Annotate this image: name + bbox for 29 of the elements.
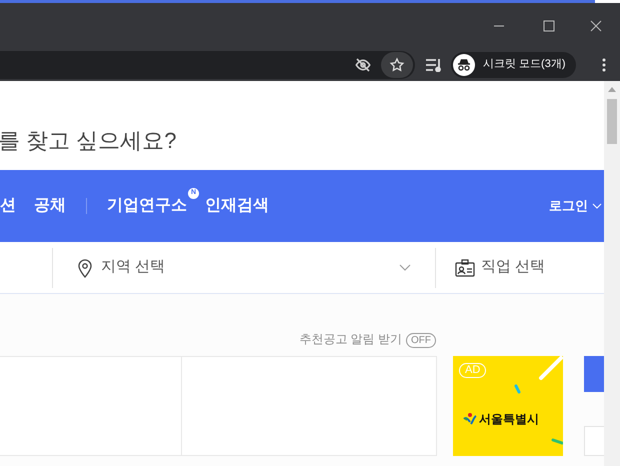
incognito-profile-button[interactable]: 시크릿 모드(3개) (451, 52, 576, 78)
maximize-icon[interactable] (543, 20, 555, 32)
scrollbar-thumb[interactable] (607, 99, 617, 144)
side-banner (584, 356, 604, 392)
close-icon[interactable] (590, 20, 602, 32)
menu-icon[interactable] (602, 58, 606, 72)
id-card-icon (455, 258, 475, 276)
nav-link[interactable]: 공채 (34, 194, 66, 218)
page-heading: 를 찾고 싶으세요? (0, 127, 176, 155)
star-button[interactable] (381, 52, 413, 78)
chevron-down-icon (592, 203, 602, 209)
job-select[interactable]: 직업 선택 (436, 256, 546, 279)
location-pin-icon (77, 258, 93, 278)
nav-link[interactable]: 인재검색 (205, 194, 269, 218)
alert-toggle[interactable]: OFF (406, 333, 436, 348)
login-link[interactable]: 로그인 (549, 196, 602, 216)
seoul-logo-icon (463, 412, 477, 426)
ad-brand: 서울특별시 (479, 411, 539, 428)
ad-badge: AD (459, 363, 486, 378)
region-select[interactable]: 지역 선택 (53, 248, 436, 288)
star-icon (389, 56, 405, 72)
incognito-icon (453, 54, 475, 76)
scrollbar[interactable] (604, 81, 620, 466)
nav-link[interactable]: 션 (0, 194, 16, 218)
ad-banner[interactable]: AD 서울특별시 (453, 356, 563, 456)
chevron-down-icon (399, 264, 411, 271)
alert-label: 추천공고 알림 받기 (299, 331, 402, 348)
playlist-icon[interactable] (425, 58, 443, 72)
eye-slash-icon[interactable] (355, 56, 371, 72)
